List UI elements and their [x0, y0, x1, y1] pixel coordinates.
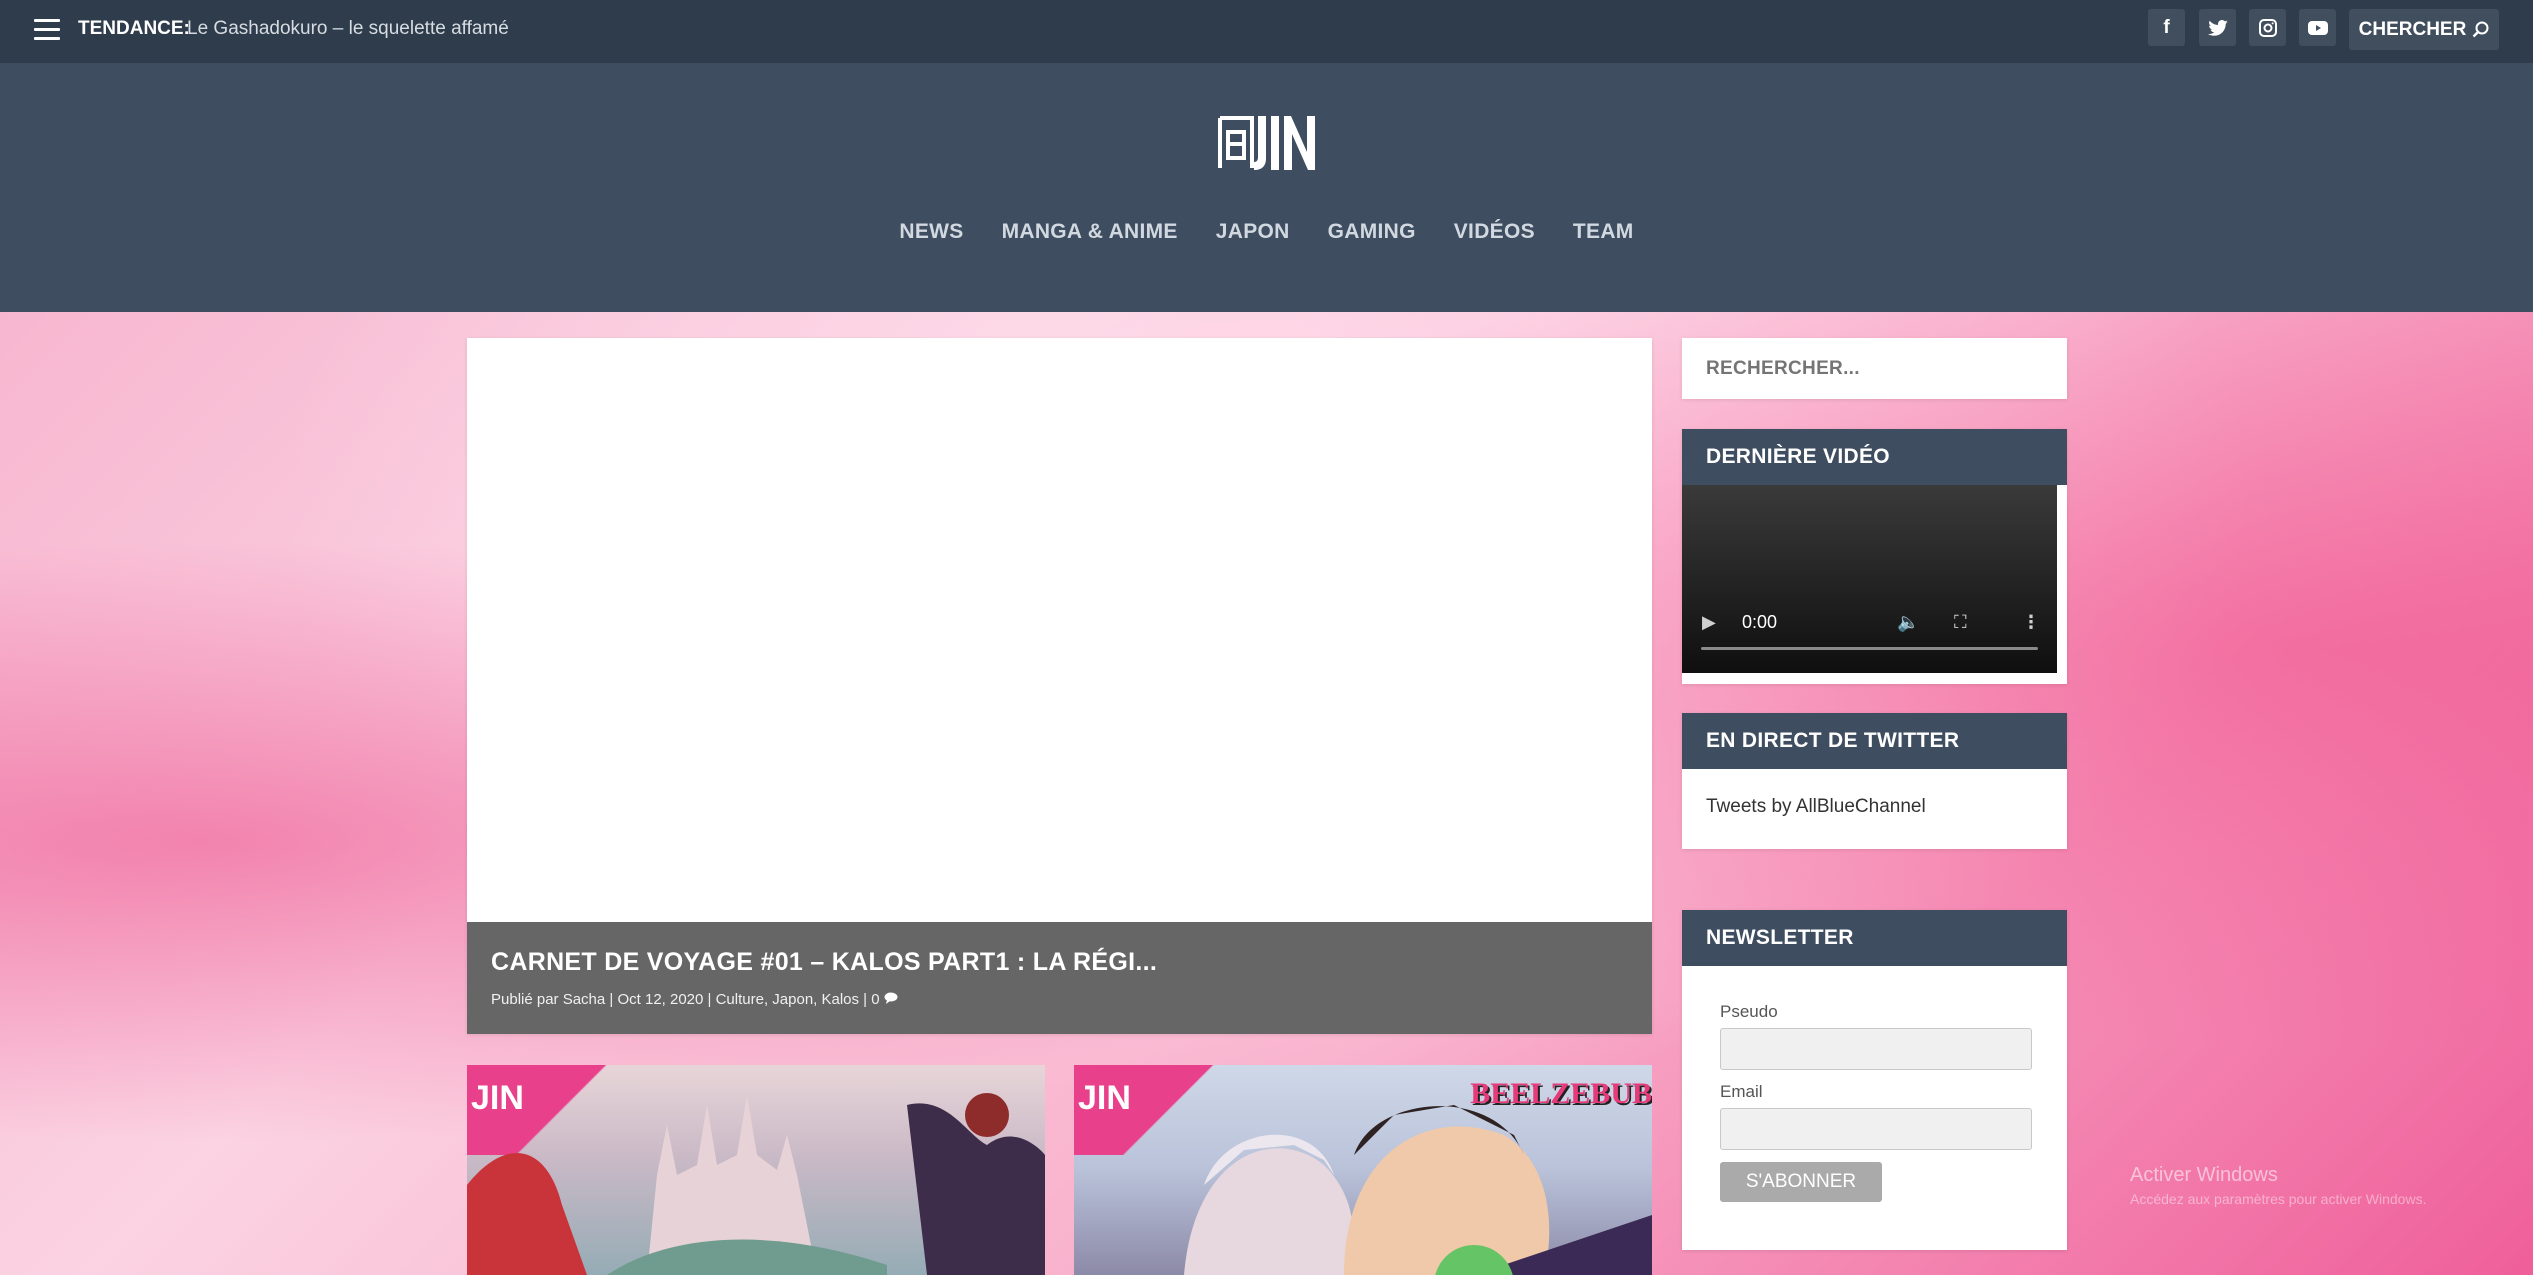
email-label: Email: [1720, 1082, 1763, 1101]
featured-caption: CARNET DE VOYAGE #01 – KALOS PART1 : LA …: [467, 922, 1652, 1034]
search-label: CHERCHER: [2358, 18, 2467, 40]
video-time: 0:00: [1742, 612, 1778, 632]
search-icon: [2472, 21, 2489, 38]
fullscreen-icon[interactable]: ⛶: [1954, 612, 1967, 633]
pseudo-field[interactable]: [1720, 1028, 2032, 1070]
featured-post[interactable]: CARNET DE VOYAGE #01 – KALOS PART1 : LA …: [467, 338, 1652, 1034]
featured-title[interactable]: CARNET DE VOYAGE #01 – KALOS PART1 : LA …: [491, 948, 1628, 977]
play-icon[interactable]: ▶: [1702, 612, 1716, 633]
email-field[interactable]: [1720, 1108, 2032, 1150]
volume-icon[interactable]: 🔈: [1897, 612, 1919, 633]
instagram-icon[interactable]: [2249, 9, 2286, 46]
subscribe-button[interactable]: S'ABONNER: [1720, 1162, 1882, 1202]
windows-watermark-text: Accédez aux paramètres pour activer Wind…: [2130, 1191, 2427, 1207]
trending-link[interactable]: Le Gashadokuro – le squelette affamé: [187, 18, 509, 40]
search-button[interactable]: CHERCHER: [2349, 9, 2499, 50]
castle-illustration: [467, 1093, 1045, 1275]
twitter-icon[interactable]: [2199, 9, 2236, 46]
post-meta-text: Publié par Sacha | Oct 12, 2020 | Cultur…: [491, 991, 880, 1008]
video-progress-bar[interactable]: [1701, 647, 2038, 650]
video-widget-title: DERNIÈRE VIDÉO: [1682, 429, 2067, 485]
sidebar-search: [1682, 338, 2067, 399]
thumbnail-title-art: BEELZEBUB: [1470, 1077, 1652, 1110]
nav-item-gaming[interactable]: GAMING: [1328, 220, 1416, 244]
twitter-widget: EN DIRECT DE TWITTER Tweets by AllBlueCh…: [1682, 713, 2067, 849]
nav-item-manga-anime[interactable]: MANGA & ANIME: [1002, 220, 1178, 244]
nav-item-japon[interactable]: JAPON: [1216, 220, 1290, 244]
video-player[interactable]: ▶ 0:00 🔈 ⛶ ⋮: [1682, 485, 2057, 673]
youtube-icon[interactable]: [2299, 9, 2336, 46]
nav-item-news[interactable]: NEWS: [899, 220, 963, 244]
post-thumbnail[interactable]: JIN: [467, 1065, 1045, 1275]
pseudo-label: Pseudo: [1720, 1002, 1778, 1021]
site-logo[interactable]: [1218, 112, 1318, 172]
facebook-icon[interactable]: f: [2148, 9, 2185, 46]
post-thumbnail[interactable]: JIN BEELZEBUB: [1074, 1065, 1652, 1275]
more-options-icon[interactable]: ⋮: [2022, 612, 2040, 633]
comment-icon: [884, 991, 898, 1008]
video-widget: DERNIÈRE VIDÉO ▶ 0:00 🔈 ⛶ ⋮: [1682, 429, 2067, 684]
newsletter-widget: NEWSLETTER Pseudo Email S'ABONNER: [1682, 910, 2067, 1250]
newsletter-widget-title: NEWSLETTER: [1682, 910, 2067, 966]
nav-item-videos[interactable]: VIDÉOS: [1454, 220, 1535, 244]
windows-watermark-title: Activer Windows: [2130, 1164, 2278, 1186]
trending-label: TENDANCE:: [78, 18, 190, 39]
menu-icon[interactable]: [34, 19, 60, 41]
twitter-timeline-link[interactable]: Tweets by AllBlueChannel: [1706, 796, 1926, 817]
twitter-widget-title: EN DIRECT DE TWITTER: [1682, 713, 2067, 769]
top-bar: TENDANCE: Le Gashadokuro – le squelette …: [0, 0, 2533, 63]
post-meta: Publié par Sacha | Oct 12, 2020 | Cultur…: [491, 991, 1628, 1008]
main-nav: NEWS MANGA & ANIME JAPON GAMING VIDÉOS T…: [0, 220, 2533, 244]
nav-item-team[interactable]: TEAM: [1573, 220, 1634, 244]
site-header: NEWS MANGA & ANIME JAPON GAMING VIDÉOS T…: [0, 63, 2533, 312]
sidebar-search-input[interactable]: [1682, 338, 2067, 399]
